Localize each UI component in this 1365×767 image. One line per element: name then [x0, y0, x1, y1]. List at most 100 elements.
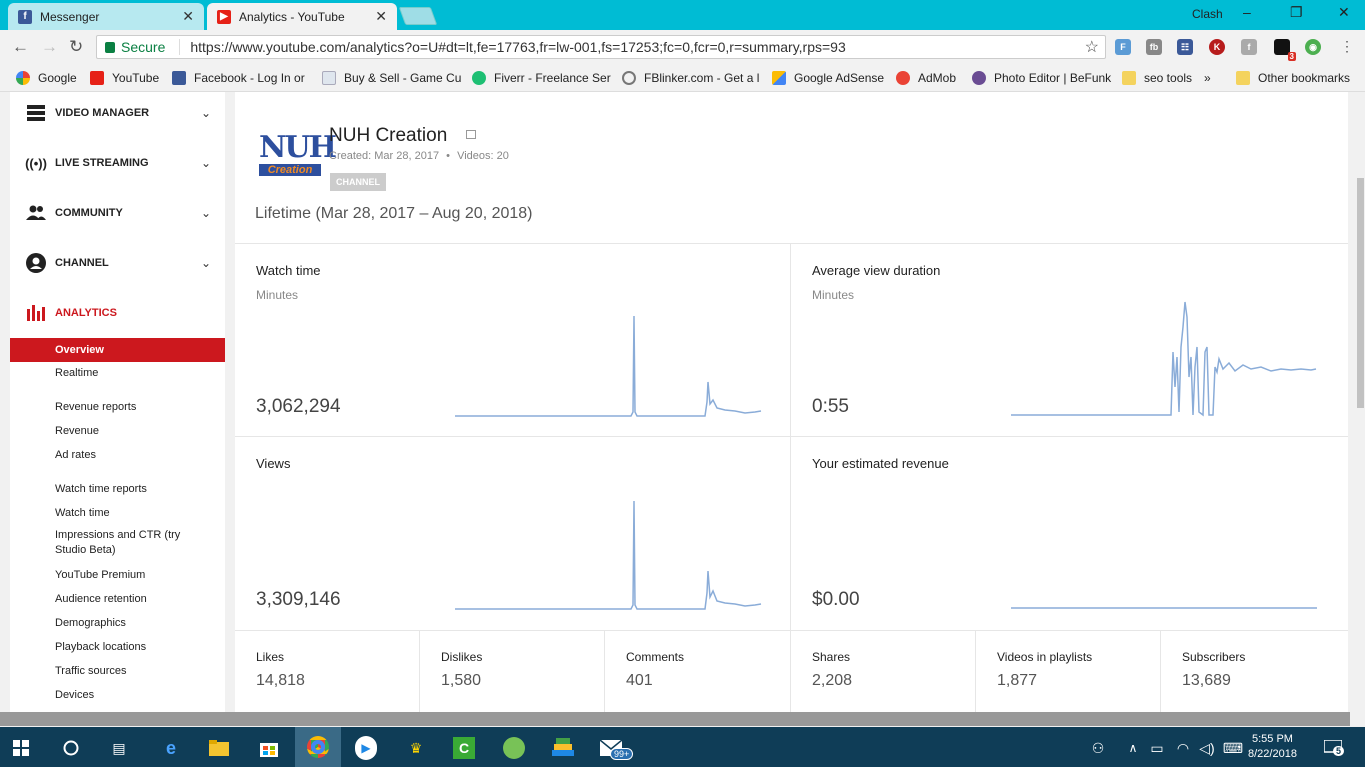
clock-date: 8/22/2018	[1248, 748, 1297, 760]
divider	[235, 436, 1348, 437]
nav-analytics[interactable]: ANALYTICS	[10, 293, 225, 333]
forward-icon[interactable]: →	[41, 37, 58, 57]
nav-item-playback-locations[interactable]: Playback locations	[10, 635, 225, 659]
chevron-down-icon[interactable]: ⌄	[201, 106, 211, 120]
people-icon[interactable]: ⚇	[1087, 737, 1109, 759]
bookmark-facebook[interactable]: Facebook - Log In or	[172, 71, 305, 85]
wifi-icon[interactable]: ◠	[1172, 737, 1194, 759]
secure-indicator[interactable]: Secure	[105, 39, 165, 55]
bookmark-buy-sell[interactable]: Buy & Sell - Game Cu	[322, 71, 461, 85]
minimize-icon[interactable]: –	[1243, 4, 1251, 20]
chevron-down-icon[interactable]: ⌄	[201, 156, 211, 170]
windows-start-icon[interactable]	[10, 737, 32, 759]
date-range[interactable]: Lifetime (Mar 28, 2017 – Aug 20, 2018)	[255, 205, 533, 223]
notification-extension-icon[interactable]: 3	[1274, 39, 1296, 61]
k-extension-icon[interactable]: K	[1209, 39, 1225, 55]
external-link-icon[interactable]	[466, 130, 476, 139]
media-player-icon[interactable]: ▶	[355, 736, 377, 760]
horizontal-scrollbar[interactable]	[0, 712, 1350, 726]
channel-logo[interactable]: NUH Creation	[259, 130, 337, 182]
bookmark-label: Fiverr - Freelance Ser	[494, 71, 611, 85]
bookmark-fblinker[interactable]: FBlinker.com - Get a l	[622, 71, 759, 85]
nav-item-impressions-ctr[interactable]: Impressions and CTR (try Studio Beta)	[10, 526, 225, 560]
bookmark-seo-tools[interactable]: seo tools	[1122, 71, 1192, 85]
mail-icon[interactable]: 99+	[600, 737, 634, 760]
address-bar[interactable]: Secure https://www.youtube.com/analytics…	[96, 35, 1106, 59]
bookmark-fiverr[interactable]: Fiverr - Freelance Ser	[472, 71, 611, 85]
nav-item-youtube-premium[interactable]: YouTube Premium	[10, 563, 225, 587]
nav-item-ad-rates[interactable]: Ad rates	[10, 443, 225, 467]
nav-item-traffic-sources[interactable]: Traffic sources	[10, 659, 225, 683]
tab-analytics[interactable]: ▶ Analytics - YouTube ✕	[207, 3, 397, 30]
nav-channel[interactable]: CHANNEL ⌄	[10, 243, 225, 283]
file-explorer-icon[interactable]	[208, 737, 230, 759]
nav-item-demographics[interactable]: Demographics	[10, 611, 225, 635]
game-app-icon[interactable]: ♛	[405, 737, 427, 759]
nav-item-revenue-reports[interactable]: Revenue reports	[10, 395, 225, 419]
store-icon[interactable]	[258, 737, 280, 759]
divider	[419, 630, 420, 712]
bookmark-youtube[interactable]: YouTube	[90, 71, 159, 85]
group-extension-icon[interactable]: ☷	[1177, 39, 1193, 55]
chevron-up-icon[interactable]: ∧	[1122, 737, 1144, 759]
keyboard-icon[interactable]: ⌨	[1222, 737, 1244, 759]
battery-icon[interactable]: ▭	[1146, 737, 1168, 759]
chevron-down-icon[interactable]: ⌄	[201, 206, 211, 220]
analytics-icon	[25, 303, 47, 323]
nav-label: COMMUNITY	[55, 207, 123, 219]
nav-item-realtime[interactable]: Realtime	[10, 361, 225, 385]
close-tab-icon[interactable]: ✕	[182, 8, 194, 25]
nav-label: LIVE STREAMING	[55, 157, 149, 169]
extension-icon[interactable]: F	[1115, 39, 1131, 55]
nav-item-overview[interactable]: Overview	[10, 338, 225, 362]
bookmark-befunky[interactable]: Photo Editor | BeFunk	[972, 71, 1111, 85]
nav-video-manager[interactable]: VIDEO MANAGER ⌄	[10, 93, 225, 133]
stat-label: Subscribers	[1182, 650, 1246, 664]
back-icon[interactable]: ←	[12, 37, 29, 57]
nav-item-audience-retention[interactable]: Audience retention	[10, 587, 225, 611]
volume-icon[interactable]: ◁)	[1196, 737, 1218, 759]
nav-live-streaming[interactable]: ((•)) LIVE STREAMING ⌄	[10, 143, 225, 183]
channel-created: Created: Mar 28, 2017	[329, 150, 440, 162]
edge-icon[interactable]: e	[160, 737, 182, 759]
bookmark-google[interactable]: Google	[16, 71, 77, 85]
other-bookmarks[interactable]: Other bookmarks	[1236, 71, 1350, 85]
card-unit: Minutes	[256, 288, 299, 302]
chevron-down-icon[interactable]: ⌄	[201, 256, 211, 270]
profile-name[interactable]: Clash	[1192, 7, 1223, 21]
chrome-icon[interactable]	[295, 727, 341, 767]
youtube-icon: ▶	[217, 9, 231, 24]
nav-item-watch-time-reports[interactable]: Watch time reports	[10, 477, 225, 501]
taskbar-clock[interactable]: 5:55 PM 8/22/2018	[1248, 732, 1297, 762]
url-text[interactable]: https://www.youtube.com/analytics?o=U#dt…	[179, 39, 846, 55]
admob-icon	[896, 71, 910, 85]
camtasia-icon[interactable]: C	[453, 737, 475, 759]
bookmark-star-icon[interactable]: ☆	[1085, 37, 1099, 57]
reload-icon[interactable]: ↻	[69, 37, 83, 57]
tab-messenger[interactable]: f Messenger ✕	[8, 3, 204, 30]
android-studio-icon[interactable]	[503, 737, 525, 759]
close-tab-icon[interactable]: ✕	[375, 8, 387, 25]
nav-community[interactable]: COMMUNITY ⌄	[10, 193, 225, 233]
nav-item-watch-time[interactable]: Watch time	[10, 501, 225, 525]
bluestacks-icon[interactable]	[552, 737, 574, 759]
menu-icon[interactable]: ⋮	[1340, 38, 1354, 55]
scrollbar-thumb[interactable]	[1357, 178, 1364, 408]
page-icon	[322, 71, 336, 85]
bookmarks-more[interactable]: »	[1204, 71, 1211, 85]
close-window-icon[interactable]: ✕	[1338, 4, 1350, 21]
restore-icon[interactable]: ❐	[1290, 4, 1303, 21]
task-view-icon[interactable]: ▤	[108, 737, 130, 759]
bookmark-admob[interactable]: AdMob	[896, 71, 956, 85]
notifications-icon[interactable]: 5	[1322, 737, 1345, 759]
facebook-extension-icon[interactable]: f	[1241, 39, 1257, 55]
channel-badge: CHANNEL	[330, 173, 386, 191]
globe-extension-icon[interactable]: ◉	[1305, 39, 1321, 55]
nav-item-devices[interactable]: Devices	[10, 683, 225, 707]
nav-item-revenue[interactable]: Revenue	[10, 419, 225, 443]
channel-name[interactable]: NUH Creation	[329, 125, 447, 147]
new-tab-button[interactable]	[398, 7, 438, 25]
bookmark-adsense[interactable]: Google AdSense	[772, 71, 884, 85]
fb-extension-icon[interactable]: fb	[1146, 39, 1162, 55]
search-icon[interactable]	[60, 737, 82, 759]
